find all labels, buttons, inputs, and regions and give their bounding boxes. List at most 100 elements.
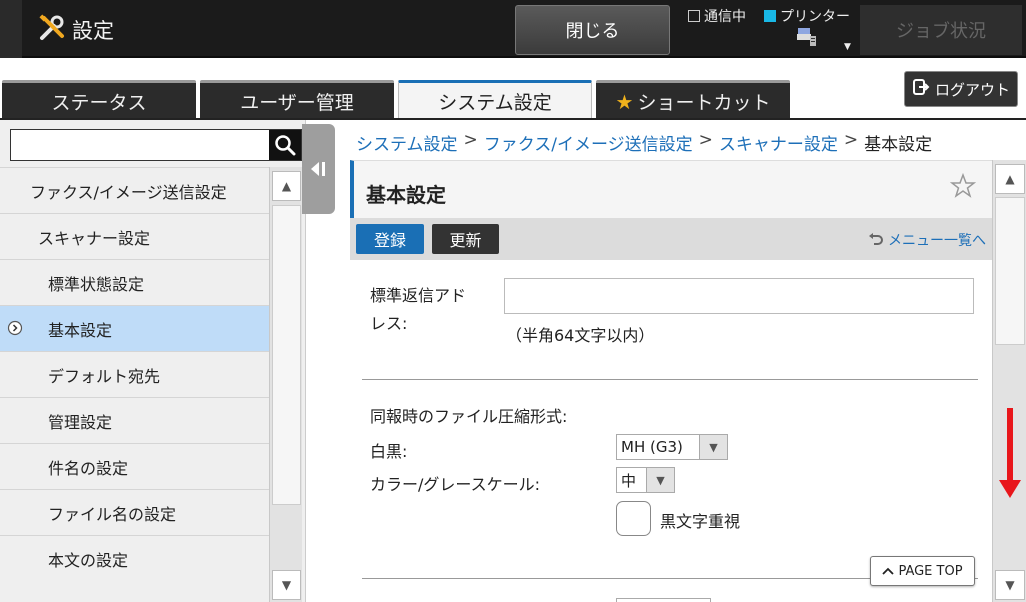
sidebar-search [10,129,302,161]
main-scrollbar[interactable]: ▲ ▼ [992,160,1026,602]
sidebar-item-label: スキャナー設定 [38,228,151,248]
return-icon [869,233,883,245]
panel-header: 基本設定 [350,160,992,218]
tab-label: システム設定 [438,92,552,114]
update-button[interactable]: 更新 [432,224,499,254]
main-panel: 基本設定 登録 更新 メニュー一覧へ 標準返信アド レス: （半角64文字以内）… [350,160,992,602]
collapse-left-icon [310,162,325,176]
tab-label: ショートカット [637,92,771,114]
reply-address-label-line2: レス: [370,314,408,333]
tools-icon [38,14,66,46]
color-compression-label: カラー/グレースケール: [370,475,540,494]
tab-system-settings[interactable]: システム設定 [398,80,592,120]
scroll-down-button[interactable]: ▼ [995,570,1025,600]
scroll-up-button[interactable]: ▲ [995,164,1025,194]
sidebar-menu: ファクス/イメージ送信設定 スキャナー設定 標準状態設定 基本設定 デフォルト宛… [0,167,269,602]
broadcast-compression-label: 同報時のファイル圧縮形式: [370,407,568,426]
register-button[interactable]: 登録 [356,224,424,254]
device-status: 通信中 プリンター ▼ [688,4,856,56]
page-top-button[interactable]: PAGE TOP [870,556,975,586]
printer-status: プリンター [764,6,850,26]
breadcrumb-separator: > [843,130,859,150]
breadcrumb-fax-image-send[interactable]: ファクス/イメージ送信設定 [484,130,693,155]
sidebar-collapse-button[interactable] [302,124,335,214]
color-compression-value: 中 [621,471,637,490]
sidebar-item-admin-settings[interactable]: 管理設定 [0,397,269,443]
reply-address-hint: （半角64文字以内） [506,326,655,345]
sidebar-item-basic-settings[interactable]: 基本設定 [0,305,269,351]
sidebar-item-label: デフォルト宛先 [48,366,161,386]
sidebar-item-default-state[interactable]: 標準状態設定 [0,259,269,305]
sidebar: ファクス/イメージ送信設定 スキャナー設定 標準状態設定 基本設定 デフォルト宛… [0,120,306,602]
menu-list-label: メニュー一覧へ [888,233,986,249]
search-button[interactable] [269,130,301,160]
scroll-down-arrow-icon [999,408,1021,504]
top-bar: 設定 閉じる 通信中 プリンター ▼ ジョブ状況 [0,0,1026,58]
sidebar-scrollbar[interactable]: ▲ ▼ [269,167,302,602]
breadcrumb: システム設定 > ファクス/イメージ送信設定 > スキャナー設定 > 基本設定 [356,130,932,155]
tab-label: ユーザー管理 [240,92,354,114]
search-icon [275,135,296,156]
page-title: 設定 [72,19,114,43]
comm-status: 通信中 [688,6,746,26]
bw-compression-value: MH (G3) [621,438,683,456]
black-text-emphasis-checkbox[interactable] [616,501,651,536]
sidebar-item-filename-settings[interactable]: ファイル名の設定 [0,489,269,535]
sidebar-item-label: ファイル名の設定 [48,504,177,524]
star-icon: ★ [615,89,634,114]
page-top-label: PAGE TOP [898,563,963,579]
scroll-thumb[interactable] [995,197,1025,345]
breadcrumb-system-settings[interactable]: システム設定 [356,130,458,155]
logout-icon [912,78,930,100]
comm-indicator [688,10,700,22]
favorite-star-icon[interactable] [949,172,977,203]
status-dropdown-icon[interactable]: ▼ [844,42,851,52]
next-field-select[interactable] [616,598,711,602]
tab-label: ステータス [51,92,147,114]
bw-compression-label: 白黒: [370,442,408,461]
chevron-down-icon: ▼ [699,435,727,459]
sidebar-item-label: 基本設定 [48,320,113,340]
breadcrumb-scanner-settings[interactable]: スキャナー設定 [719,130,838,155]
scroll-down-button[interactable]: ▼ [272,570,301,600]
chevron-up-icon [882,567,895,575]
sidebar-item-label: 件名の設定 [48,458,129,478]
section-divider [362,379,978,380]
black-text-emphasis-label: 黒文字重視 [660,512,741,531]
sidebar-item-label: 標準状態設定 [48,274,145,294]
printer-indicator [764,10,776,22]
tab-strip: ステータス ユーザー管理 システム設定 ★ ショートカット ログアウト [0,58,1026,120]
comm-label: 通信中 [704,9,746,25]
sidebar-item-label: ファクス/イメージ送信設定 [30,182,227,202]
breadcrumb-separator: > [463,130,478,150]
logout-button[interactable]: ログアウト [904,71,1018,107]
scroll-up-button[interactable]: ▲ [272,171,301,201]
logout-label: ログアウト [934,80,1010,99]
sidebar-item-label: 管理設定 [48,412,113,432]
reply-address-input[interactable] [504,278,974,314]
sidebar-item-subject-settings[interactable]: 件名の設定 [0,443,269,489]
tab-user-management[interactable]: ユーザー管理 [200,80,394,120]
printer-label: プリンター [780,9,850,25]
bw-compression-select[interactable]: MH (G3) ▼ [616,434,728,460]
panel-title: 基本設定 [366,183,446,207]
menu-list-link[interactable]: メニュー一覧へ [868,230,986,250]
tab-status[interactable]: ステータス [2,80,196,120]
sidebar-item-body-settings[interactable]: 本文の設定 [0,535,269,581]
sidebar-item-default-destination[interactable]: デフォルト宛先 [0,351,269,397]
chevron-down-icon: ▼ [646,468,674,492]
sidebar-item-label: 本文の設定 [48,550,129,570]
printer-icon[interactable] [796,26,818,52]
breadcrumb-separator: > [698,130,713,150]
sidebar-item-scanner-settings[interactable]: スキャナー設定 [0,213,269,259]
selected-chevron-icon [7,320,23,340]
job-status-button[interactable]: ジョブ状況 [860,5,1022,55]
tab-shortcut[interactable]: ★ ショートカット [596,80,790,120]
search-input[interactable] [11,130,269,160]
color-compression-select[interactable]: 中 ▼ [616,467,675,493]
settings-header: 設定 [38,14,114,46]
scroll-thumb[interactable] [272,205,301,505]
close-button[interactable]: 閉じる [515,5,670,55]
sidebar-item-fax-image-send[interactable]: ファクス/イメージ送信設定 [0,167,269,213]
reply-address-label-line1: 標準返信アド [370,286,467,305]
